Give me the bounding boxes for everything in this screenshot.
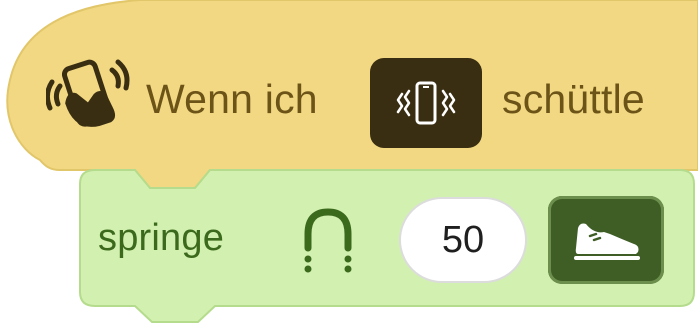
jump-height-value: 50 (441, 218, 485, 261)
running-shoe-icon (574, 223, 640, 260)
event-label-after: schüttle (502, 76, 645, 122)
action-label: springe (98, 217, 225, 259)
speed-button[interactable] (548, 196, 664, 284)
shake-trigger-button[interactable] (370, 58, 482, 148)
vibrating-phone-icon (396, 81, 456, 125)
event-label-before: Wenn ich (146, 76, 318, 122)
shake-phone-hand-icon (46, 59, 130, 127)
jump-arc-icon (304, 208, 352, 273)
jump-height-input[interactable]: 50 (399, 197, 527, 283)
